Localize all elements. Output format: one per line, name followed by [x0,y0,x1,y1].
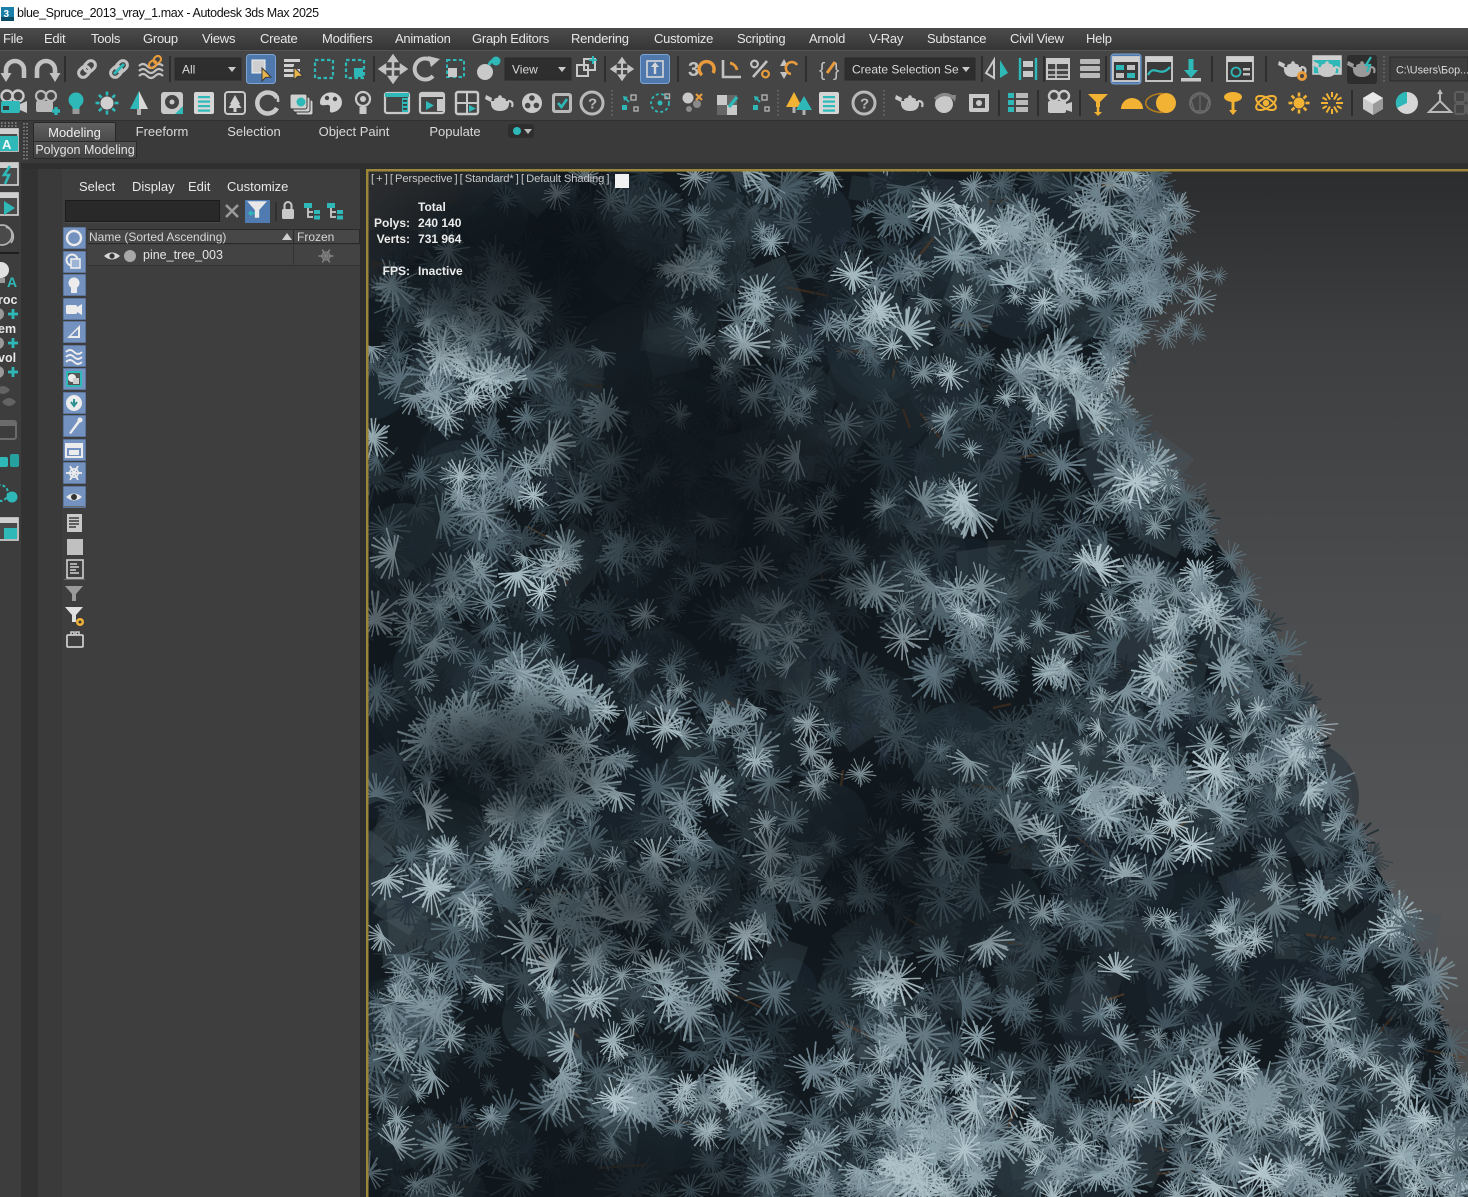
svg-text:?: ? [860,96,869,113]
svg-text:em: em [0,322,16,336]
svg-text:All: All [182,63,195,77]
svg-text:3: 3 [4,9,10,20]
svg-text:C:\Users\Бор...3ds Ma: C:\Users\Бор...3ds Ma [1396,65,1468,77]
svg-text:A: A [2,137,12,152]
svg-text:?: ? [588,96,597,113]
svg-text:A: A [7,274,17,290]
svg-text:Create Selection Se: Create Selection Se [852,63,959,77]
svg-text:roc: roc [0,293,18,307]
svg-text:{: { [819,60,826,81]
svg-text:vol: vol [0,351,16,365]
svg-text:View: View [512,63,538,77]
